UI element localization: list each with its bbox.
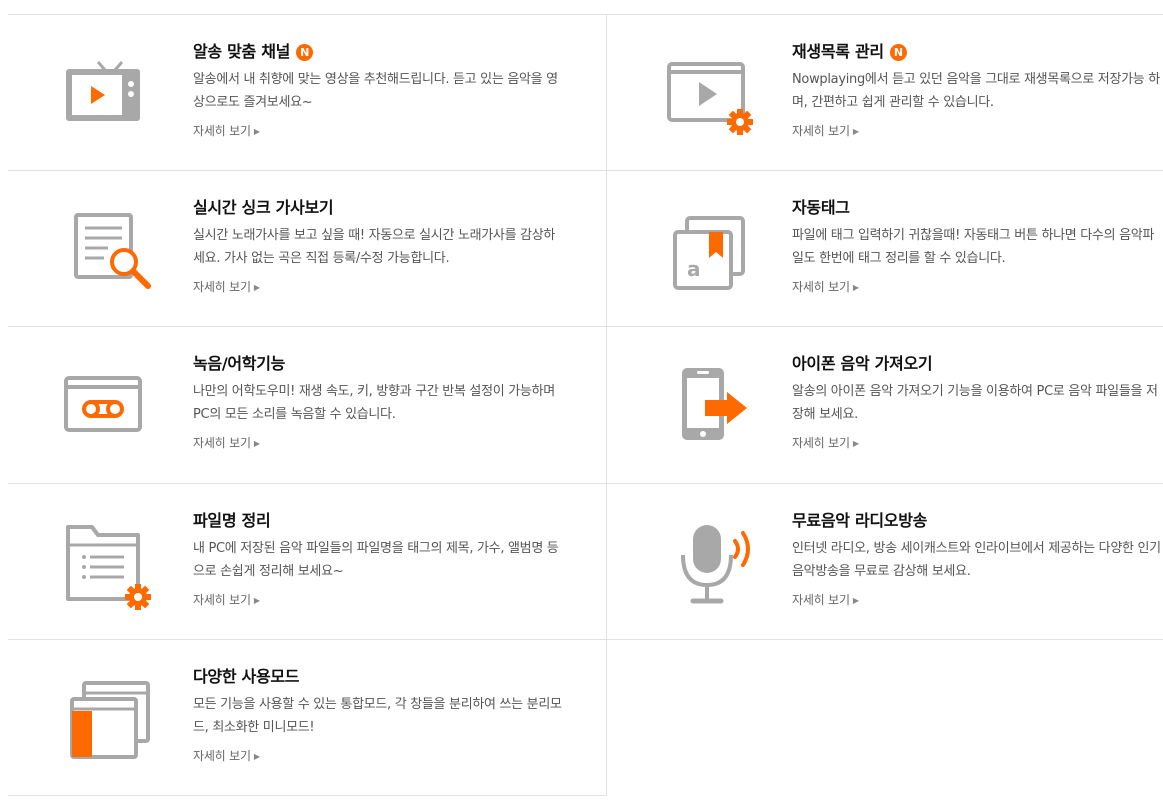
feature-description: 실시간 노래가사를 보고 싶을 때! 자동으로 실시간 노래가사를 감상하세요.… xyxy=(193,228,556,266)
folder-gear-icon xyxy=(58,513,168,613)
phone-transfer-icon xyxy=(657,356,767,456)
feature-title: 알송 맞춤 채널 N xyxy=(193,38,314,62)
feature-description: 나만의 어학도우미! 재생 속도, 키, 방향과 구간 반복 설정이 가능하며 … xyxy=(193,384,555,422)
feature-title: 다양한 사용모드 xyxy=(193,667,300,686)
microphone-icon xyxy=(657,513,767,613)
feature-description: 알송의 아이폰 음악 가져오기 기능을 이용하여 PC로 음악 파일들을 저장해… xyxy=(792,384,1158,422)
feature-card: 무료음악 라디오방송 인터넷 라디오, 방송 세이캐스트와 인라이브에서 제공하… xyxy=(607,483,1163,640)
feature-card: 녹음/어학기능 나만의 어학도우미! 재생 속도, 키, 방향과 구간 반복 설… xyxy=(8,326,607,483)
windows-mode-icon xyxy=(58,669,168,769)
feature-description: 모든 기능을 사용할 수 있는 통합모드, 각 창들을 분리하여 쓰는 분리모드… xyxy=(193,697,562,735)
cassette-icon xyxy=(58,356,168,456)
more-link[interactable]: 자세히 보기 ▶ xyxy=(193,591,260,608)
feature-title: 실시간 싱크 가사보기 xyxy=(193,198,334,217)
feature-card: 재생목록 관리 N Nowplaying에서 듣고 있던 음악을 그대로 재생목록… xyxy=(607,14,1163,171)
more-link[interactable]: 자세히 보기 ▶ xyxy=(792,434,859,451)
more-link[interactable]: 자세히 보기 ▶ xyxy=(792,591,859,608)
feature-title: 무료음악 라디오방송 xyxy=(792,511,928,530)
feature-card: 파일명 정리 내 PC에 저장된 음악 파일들의 파일명을 태그의 제목, 가수… xyxy=(8,483,607,640)
tv-play-icon xyxy=(58,44,168,144)
new-badge: N xyxy=(296,44,314,61)
more-link[interactable]: 자세히 보기 ▶ xyxy=(193,747,260,764)
more-link[interactable]: 자세히 보기 ▶ xyxy=(193,122,260,139)
feature-description: 알송에서 내 취향에 맞는 영상을 추천해드립니다. 듣고 있는 음악을 영상으… xyxy=(193,72,558,110)
more-link[interactable]: 자세히 보기 ▶ xyxy=(792,122,859,139)
arrow-right-icon: ▶ xyxy=(852,439,859,448)
more-link[interactable]: 자세히 보기 ▶ xyxy=(193,434,260,451)
arrow-right-icon: ▶ xyxy=(253,283,260,292)
more-link[interactable]: 자세히 보기 ▶ xyxy=(792,278,859,295)
new-badge: N xyxy=(889,44,907,61)
arrow-right-icon: ▶ xyxy=(852,127,859,136)
feature-title: 재생목록 관리 N xyxy=(792,38,907,62)
arrow-right-icon: ▶ xyxy=(852,596,859,605)
feature-description: Nowplaying에서 듣고 있던 음악을 그대로 재생목록으로 저장가능 하… xyxy=(792,72,1160,110)
auto-tag-icon: a xyxy=(657,200,767,300)
feature-description: 인터넷 라디오, 방송 세이캐스트와 인라이브에서 제공하는 다양한 인기 음악… xyxy=(792,541,1161,579)
feature-card: 다양한 사용모드 모든 기능을 사용할 수 있는 통합모드, 각 창들을 분리하… xyxy=(8,639,607,796)
arrow-right-icon: ▶ xyxy=(852,283,859,292)
feature-description: 내 PC에 저장된 음악 파일들의 파일명을 태그의 제목, 가수, 앨범명 등… xyxy=(193,541,559,579)
feature-description: 파일에 태그 입력하기 귀찮을때! 자동태그 버튼 하나면 다수의 음악파일도 … xyxy=(792,228,1155,266)
feature-card: a 자동태그 파일에 태그 입력하기 귀찮을때! 자동태그 버튼 하나면 다수의… xyxy=(607,170,1163,327)
feature-card: 실시간 싱크 가사보기 실시간 노래가사를 보고 싶을 때! 자동으로 실시간 … xyxy=(8,170,607,327)
feature-card: 아이폰 음악 가져오기 알송의 아이폰 음악 가져오기 기능을 이용하여 PC로… xyxy=(607,326,1163,483)
arrow-right-icon: ▶ xyxy=(253,596,260,605)
arrow-right-icon: ▶ xyxy=(253,127,260,136)
arrow-right-icon: ▶ xyxy=(253,752,260,761)
playlist-gear-icon xyxy=(657,44,767,144)
feature-title: 아이폰 음악 가져오기 xyxy=(792,354,933,373)
more-link[interactable]: 자세히 보기 ▶ xyxy=(193,278,260,295)
feature-title: 파일명 정리 xyxy=(193,511,271,530)
arrow-right-icon: ▶ xyxy=(253,439,260,448)
feature-title: 녹음/어학기능 xyxy=(193,354,286,373)
lyrics-search-icon xyxy=(58,200,168,300)
feature-grid: 알송 맞춤 채널 N 알송에서 내 취향에 맞는 영상을 추천해드립니다. 듣고 … xyxy=(0,0,1163,802)
feature-card: 알송 맞춤 채널 N 알송에서 내 취향에 맞는 영상을 추천해드립니다. 듣고 … xyxy=(8,14,607,171)
svg-text:a: a xyxy=(687,257,701,281)
feature-title: 자동태그 xyxy=(792,198,850,217)
